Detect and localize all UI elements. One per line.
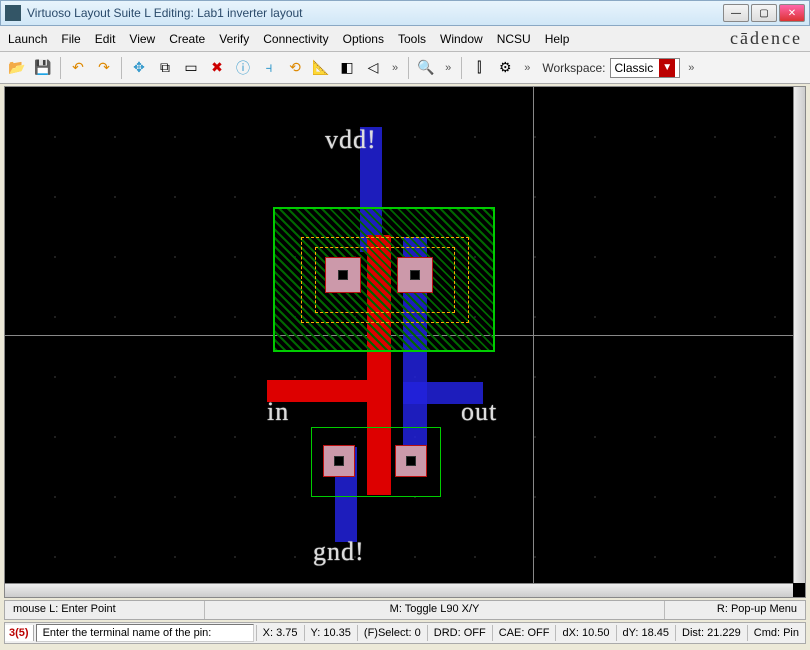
brand-logo: cādence — [730, 28, 802, 49]
menu-tools[interactable]: Tools — [398, 32, 426, 46]
mouse-right-hint: R: Pop-up Menu — [665, 601, 805, 619]
redo-icon[interactable]: ↷ — [93, 57, 115, 79]
toolbar-overflow-icon[interactable]: » — [445, 62, 451, 74]
net-label-vdd: vdd! — [325, 125, 377, 155]
menu-connectivity[interactable]: Connectivity — [263, 32, 328, 46]
via — [406, 456, 416, 466]
toolbar-overflow-icon[interactable]: » — [392, 62, 398, 74]
toolbar: 📂 💾 ↶ ↷ ✥ ⧉ ▭ ✖ ⓘ ⫞ ⟲ 📐 ◧ ◁ » 🔍 » ⫿ ⚙ » … — [0, 52, 810, 84]
align-icon[interactable]: ⫞ — [258, 57, 280, 79]
layout-canvas[interactable]: vdd! in out gnd! — [4, 86, 806, 598]
toolbar-overflow-icon[interactable]: » — [524, 62, 530, 74]
net-label-gnd: gnd! — [313, 537, 365, 567]
net-label-out: out — [461, 397, 497, 427]
workspace-label: Workspace: — [542, 61, 605, 75]
drd-status: DRD: OFF — [427, 625, 492, 641]
via — [410, 270, 420, 280]
app-icon — [5, 5, 21, 21]
menu-launch[interactable]: Launch — [8, 32, 47, 46]
separator — [461, 57, 462, 79]
menu-view[interactable]: View — [129, 32, 155, 46]
close-button[interactable]: ✕ — [779, 4, 805, 22]
menu-edit[interactable]: Edit — [95, 32, 116, 46]
zoom-icon[interactable]: 🔍 — [415, 57, 437, 79]
net-label-in: in — [267, 397, 289, 427]
rotate-icon[interactable]: ⟲ — [284, 57, 306, 79]
info-icon[interactable]: ⓘ — [232, 57, 254, 79]
workspace-select[interactable]: Classic ▼ — [610, 58, 681, 78]
horizontal-scrollbar[interactable] — [5, 583, 793, 597]
menu-help[interactable]: Help — [545, 32, 570, 46]
menu-create[interactable]: Create — [169, 32, 205, 46]
layers-icon[interactable]: ⫿ — [468, 57, 490, 79]
undo-icon[interactable]: ↶ — [67, 57, 89, 79]
dist: Dist: 21.229 — [675, 625, 747, 641]
toolbar-overflow-icon[interactable]: » — [688, 62, 694, 74]
chevron-down-icon: ▼ — [659, 59, 675, 77]
contact-pmos-right — [397, 257, 433, 293]
via — [334, 456, 344, 466]
save-icon[interactable]: 💾 — [32, 57, 54, 79]
vertical-scrollbar[interactable] — [793, 87, 805, 583]
move-icon[interactable]: ✥ — [128, 57, 150, 79]
menu-ncsu[interactable]: NCSU — [497, 32, 531, 46]
status-badge: 3(5) — [5, 625, 34, 641]
menu-verify[interactable]: Verify — [219, 32, 249, 46]
layout-shapes: vdd! in out gnd! — [5, 87, 793, 583]
dy: dY: 18.45 — [616, 625, 676, 641]
window-title: Virtuoso Layout Suite L Editing: Lab1 in… — [27, 6, 723, 20]
separator — [121, 57, 122, 79]
gear-icon[interactable]: ⚙ — [494, 57, 516, 79]
open-icon[interactable]: 📂 — [6, 57, 28, 79]
contact-pmos-left — [325, 257, 361, 293]
command-prompt[interactable]: Enter the terminal name of the pin: — [36, 624, 254, 642]
path-icon[interactable]: ◁ — [362, 57, 384, 79]
separator — [408, 57, 409, 79]
minimize-button[interactable]: — — [723, 4, 749, 22]
coord-y: Y: 10.35 — [304, 625, 357, 641]
command-status-bar: 3(5) Enter the terminal name of the pin:… — [4, 622, 806, 644]
cmd: Cmd: Pin — [747, 625, 805, 641]
menu-window[interactable]: Window — [440, 32, 483, 46]
fselect: (F)Select: 0 — [357, 625, 427, 641]
mouse-mid-hint: M: Toggle L90 X/Y — [205, 601, 665, 619]
cae-status: CAE: OFF — [492, 625, 556, 641]
menubar: Launch File Edit View Create Verify Conn… — [0, 26, 810, 52]
contact-nmos-left — [323, 445, 355, 477]
delete-icon[interactable]: ✖ — [206, 57, 228, 79]
separator — [60, 57, 61, 79]
coord-x: X: 3.75 — [256, 625, 304, 641]
copy-icon[interactable]: ⧉ — [154, 57, 176, 79]
contact-nmos-right — [395, 445, 427, 477]
dx: dX: 10.50 — [555, 625, 615, 641]
mouse-status-bar: mouse L: Enter Point M: Toggle L90 X/Y R… — [4, 600, 806, 620]
titlebar: Virtuoso Layout Suite L Editing: Lab1 in… — [0, 0, 810, 26]
workspace-value: Classic — [615, 61, 654, 75]
via — [338, 270, 348, 280]
menu-file[interactable]: File — [61, 32, 80, 46]
maximize-button[interactable]: ▢ — [751, 4, 777, 22]
mouse-left-hint: mouse L: Enter Point — [5, 601, 205, 619]
shape-icon[interactable]: ◧ — [336, 57, 358, 79]
stretch-icon[interactable]: ▭ — [180, 57, 202, 79]
window-buttons: — ▢ ✕ — [723, 4, 805, 22]
ruler-icon[interactable]: 📐 — [310, 57, 332, 79]
menu-options[interactable]: Options — [343, 32, 384, 46]
